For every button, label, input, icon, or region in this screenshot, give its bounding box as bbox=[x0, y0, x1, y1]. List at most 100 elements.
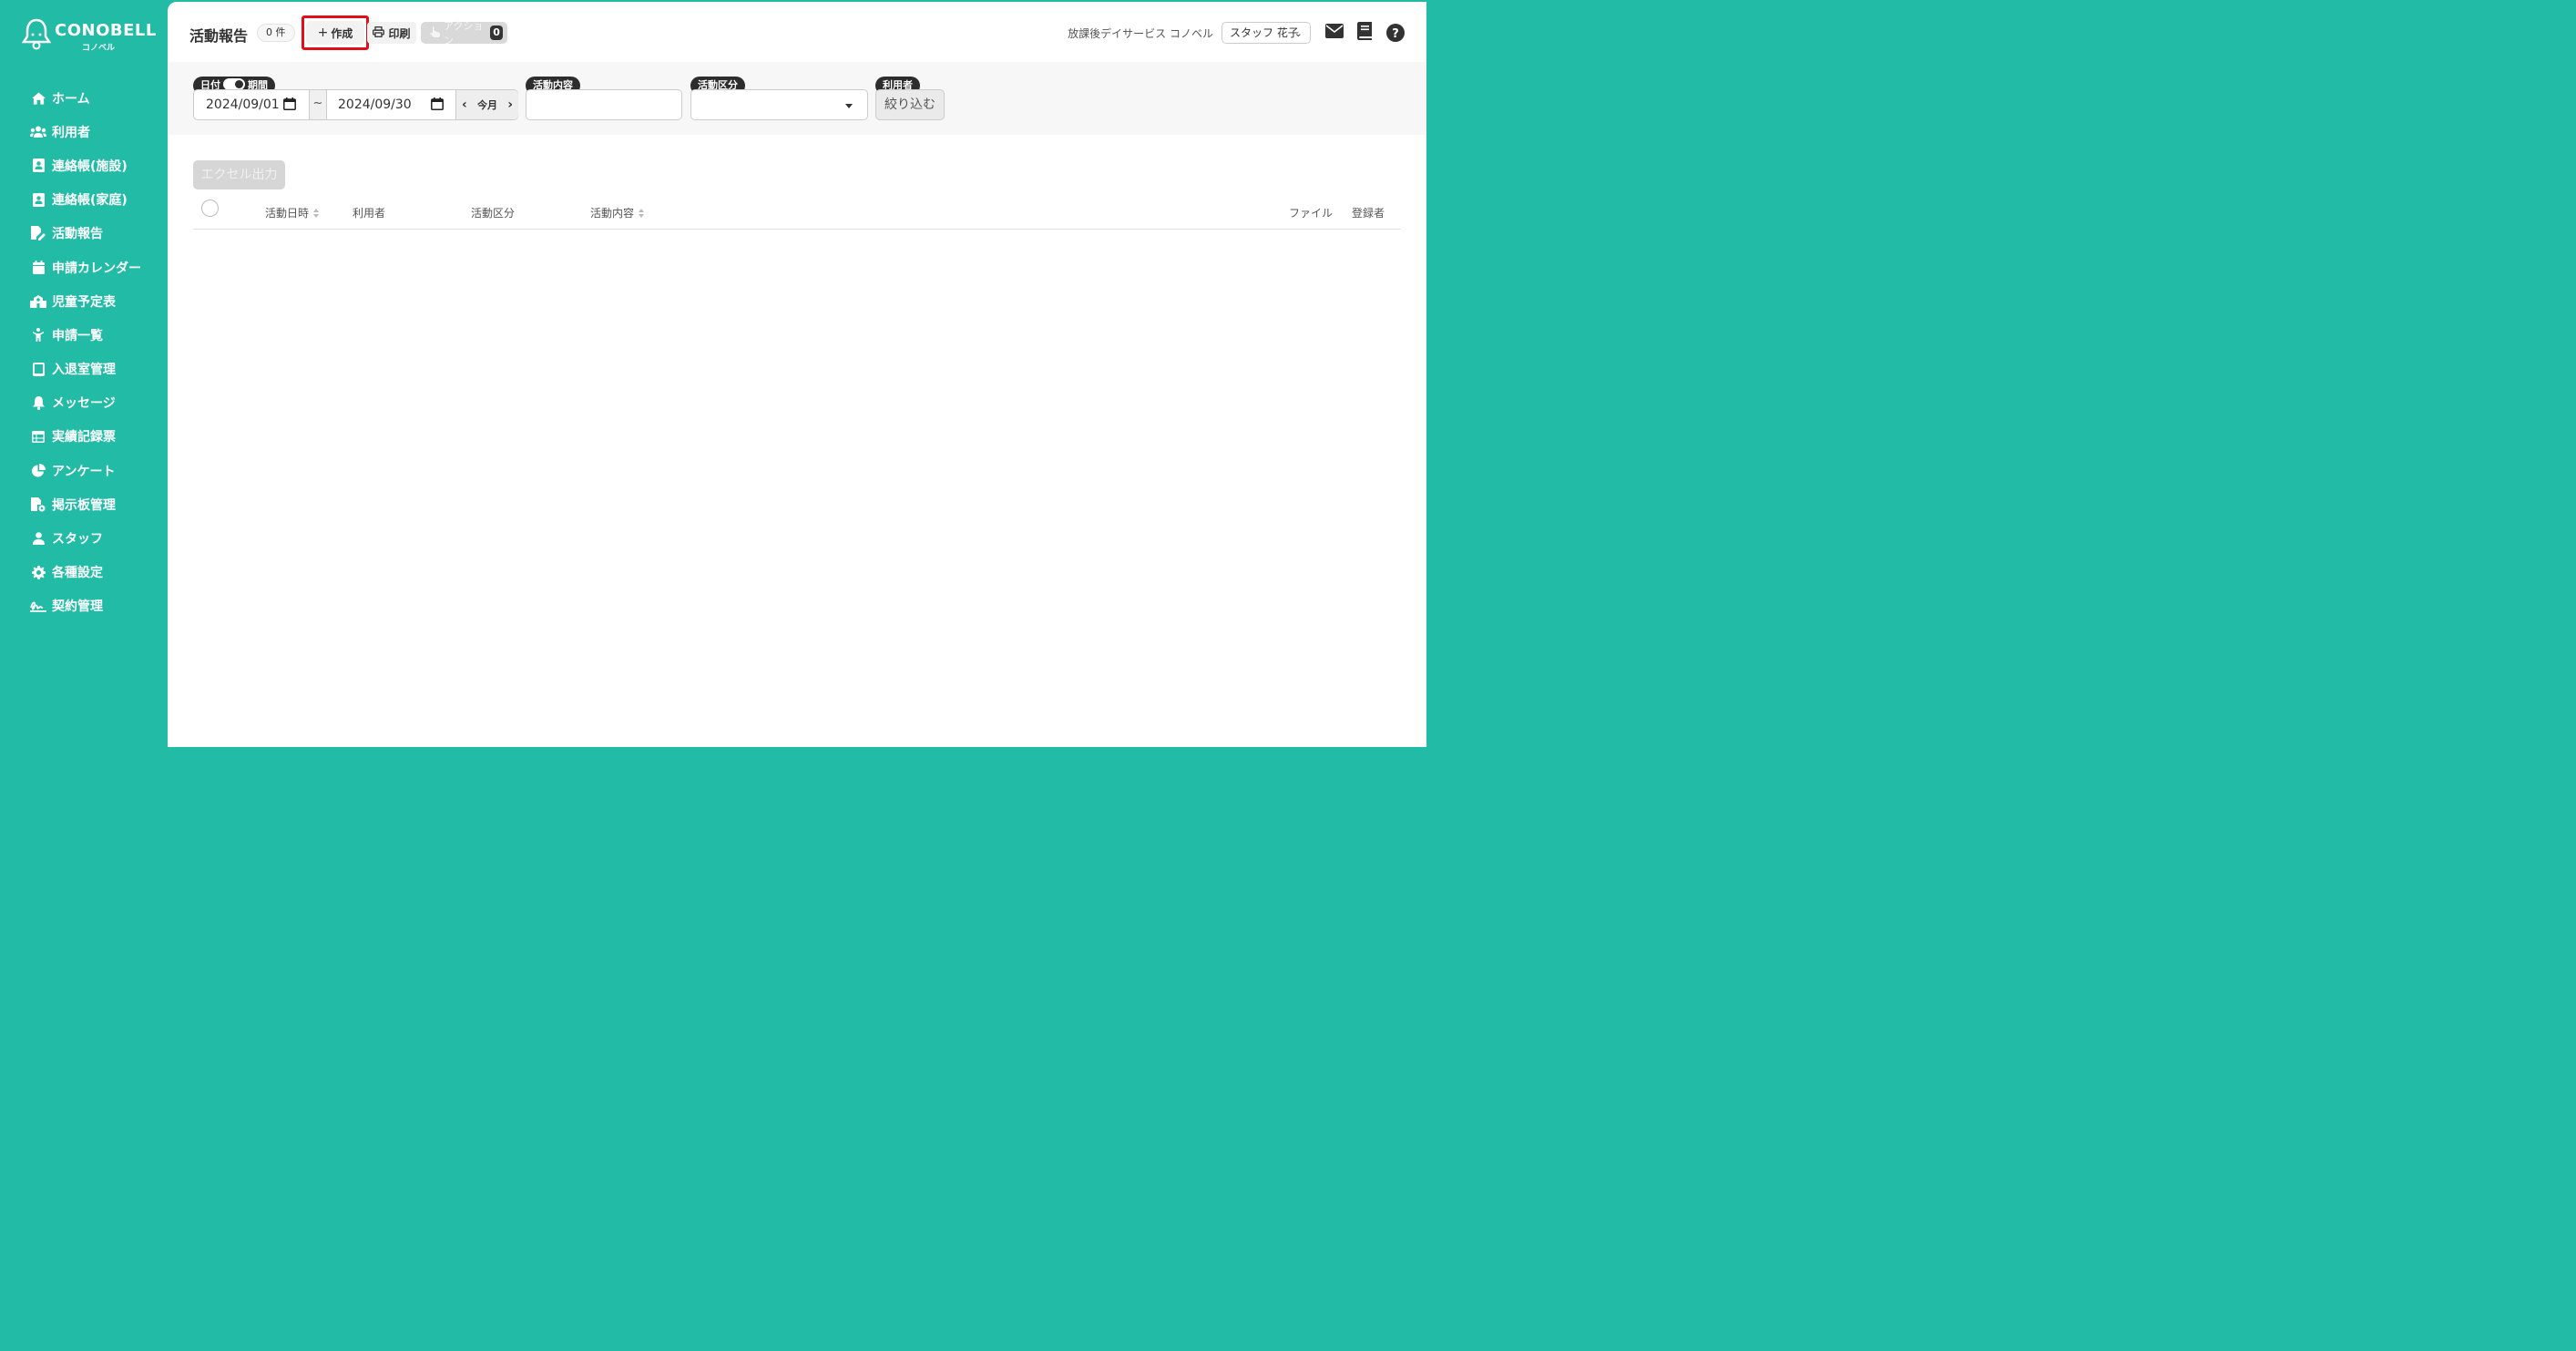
brand-subtitle: コノベル bbox=[82, 44, 116, 53]
sidebar-item-survey[interactable]: アンケート bbox=[0, 454, 168, 487]
plus-icon: + bbox=[317, 26, 329, 40]
date-range-separator: ~ bbox=[309, 90, 327, 119]
activity-category-select[interactable] bbox=[690, 89, 868, 120]
print-button-label: 印刷 bbox=[388, 26, 411, 40]
record-count-badge: 0 件 bbox=[257, 24, 295, 42]
sidebar-item-label: スタッフ bbox=[52, 532, 103, 548]
action-button[interactable]: アクション 0 bbox=[421, 20, 507, 46]
sidebar-item-label: 連絡帳(家庭) bbox=[52, 193, 128, 209]
sidebar-item-messages[interactable]: メッセージ bbox=[0, 386, 168, 420]
users-icon bbox=[30, 124, 46, 140]
action-button-label: アクション bbox=[444, 20, 484, 46]
manual-book-icon[interactable] bbox=[1357, 22, 1375, 40]
svg-text:?: ? bbox=[1392, 27, 1399, 41]
home-icon bbox=[30, 90, 46, 107]
main-panel: 活動報告 0 件 + 作成 印刷 アクション 0 放課後デイサービス コノベル … bbox=[168, 2, 1426, 747]
activity-content-input[interactable] bbox=[526, 89, 682, 120]
file-edit-icon bbox=[30, 225, 46, 241]
sort-icon bbox=[639, 209, 645, 219]
sidebar-item-contact-home[interactable]: 連絡帳(家庭) bbox=[0, 183, 168, 217]
sidebar-item-entry-exit[interactable]: 入退室管理 bbox=[0, 353, 168, 386]
sidebar-item-child-schedule[interactable]: 児童予定表 bbox=[0, 284, 168, 318]
sidebar-item-label: 各種設定 bbox=[52, 566, 103, 581]
sidebar-item-label: 実績記録票 bbox=[52, 430, 116, 445]
sidebar-item-label: 連絡帳(施設) bbox=[52, 159, 128, 174]
sidebar-item-record-sheet[interactable]: 実績記録票 bbox=[0, 420, 168, 454]
create-button[interactable]: + 作成 bbox=[306, 21, 364, 45]
sidebar-item-label: 入退室管理 bbox=[52, 363, 116, 378]
facility-name: 放課後デイサービス コノベル bbox=[1068, 27, 1213, 40]
bell-logo-icon bbox=[22, 18, 51, 50]
pie-chart-icon bbox=[30, 463, 46, 479]
select-all-checkbox[interactable] bbox=[201, 200, 219, 217]
sidebar-item-label: 掲示板管理 bbox=[52, 497, 116, 513]
filter-bar: 日付 期間 2024/09/01 ~ 2024/09/30 ‹ 今月 › 活動内容… bbox=[168, 62, 1426, 135]
tablet-icon bbox=[30, 361, 46, 377]
sidebar-item-bulletin-board[interactable]: 掲示板管理 bbox=[0, 487, 168, 521]
column-header-datetime[interactable]: 活動日時 bbox=[265, 205, 320, 220]
sidebar-item-request-list[interactable]: 申請一覧 bbox=[0, 318, 168, 352]
help-icon[interactable]: ? bbox=[1386, 24, 1405, 42]
brand-logo[interactable]: CONOBELL コノベル bbox=[22, 18, 158, 58]
date-from-input[interactable]: 2024/09/01 bbox=[206, 90, 280, 119]
sort-icon bbox=[313, 209, 320, 219]
sidebar-item-label: 利用者 bbox=[52, 125, 90, 140]
signature-icon bbox=[30, 598, 46, 614]
calendar-icon[interactable] bbox=[283, 97, 296, 110]
sidebar-nav: ホーム 利用者 連絡帳(施設) 連絡帳(家庭) 活動報告 申請カレンダー 児童予… bbox=[0, 81, 168, 623]
sidebar-item-label: 活動報告 bbox=[52, 227, 103, 242]
contact-book-icon bbox=[30, 158, 46, 174]
page-title: 活動報告 bbox=[189, 27, 249, 45]
sidebar-item-activity-report[interactable]: 活動報告 bbox=[0, 217, 168, 251]
chevron-down-icon: ⌄ bbox=[1293, 27, 1303, 39]
sidebar-item-settings[interactable]: 各種設定 bbox=[0, 556, 168, 589]
column-header-category: 活動区分 bbox=[471, 207, 516, 220]
filter-button[interactable]: 絞り込む bbox=[875, 89, 945, 120]
sidebar-item-label: 児童予定表 bbox=[52, 294, 116, 310]
excel-export-button[interactable]: エクセル出力 bbox=[193, 160, 285, 189]
month-navigator: ‹ 今月 › bbox=[455, 90, 518, 119]
sidebar-item-label: 契約管理 bbox=[52, 599, 103, 615]
calendar-icon bbox=[30, 260, 46, 276]
chevron-left-icon[interactable]: ‹ bbox=[462, 97, 467, 112]
column-header-content[interactable]: 活動内容 bbox=[590, 205, 645, 220]
table-icon bbox=[30, 428, 46, 445]
calendar-icon[interactable] bbox=[431, 97, 444, 110]
column-header-registrant: 登録者 bbox=[1352, 207, 1385, 220]
sidebar-item-label: アンケート bbox=[52, 464, 116, 479]
create-button-label: 作成 bbox=[331, 26, 353, 40]
date-to-input[interactable]: 2024/09/30 bbox=[338, 90, 412, 119]
sidebar-item-home[interactable]: ホーム bbox=[0, 81, 168, 115]
column-header-file: ファイル bbox=[1289, 207, 1334, 220]
school-icon bbox=[30, 293, 46, 310]
caret-down-icon bbox=[845, 104, 853, 108]
sidebar-item-contact-facility[interactable]: 連絡帳(施設) bbox=[0, 148, 168, 182]
bell-icon bbox=[30, 394, 46, 411]
column-header-user: 利用者 bbox=[353, 207, 386, 220]
sidebar-item-users[interactable]: 利用者 bbox=[0, 115, 168, 148]
sidebar-item-request-calendar[interactable]: 申請カレンダー bbox=[0, 251, 168, 284]
sidebar-item-label: メッセージ bbox=[52, 396, 116, 412]
mail-icon[interactable] bbox=[1325, 24, 1344, 42]
sidebar-item-label: ホーム bbox=[52, 91, 90, 107]
brand-name: CONOBELL bbox=[55, 21, 157, 40]
sidebar: CONOBELL コノベル ホーム 利用者 連絡帳(施設) 連絡帳(家庭) 活動… bbox=[0, 0, 168, 749]
printer-icon bbox=[373, 26, 385, 40]
this-month-button[interactable]: 今月 bbox=[477, 97, 497, 112]
print-button[interactable]: 印刷 bbox=[367, 22, 416, 44]
table-header: 活動日時 利用者 活動区分 活動内容 ファイル 登録者 bbox=[193, 195, 1401, 230]
sidebar-item-label: 申請一覧 bbox=[52, 328, 103, 343]
child-icon bbox=[30, 327, 46, 343]
gear-icon bbox=[30, 564, 46, 580]
hand-pointer-icon bbox=[430, 26, 440, 40]
file-settings-icon bbox=[30, 496, 46, 513]
staff-name: スタッフ 花子 bbox=[1230, 26, 1299, 39]
sidebar-item-label: 申請カレンダー bbox=[52, 261, 141, 276]
staff-select[interactable]: スタッフ 花子 ⌄ bbox=[1222, 22, 1311, 44]
user-icon bbox=[30, 530, 46, 547]
date-range-group: 2024/09/01 ~ 2024/09/30 ‹ 今月 › bbox=[193, 89, 518, 120]
sidebar-item-staff[interactable]: スタッフ bbox=[0, 521, 168, 555]
sidebar-item-contracts[interactable]: 契約管理 bbox=[0, 589, 168, 623]
chevron-right-icon[interactable]: › bbox=[507, 97, 513, 112]
action-count-badge: 0 bbox=[490, 26, 503, 40]
